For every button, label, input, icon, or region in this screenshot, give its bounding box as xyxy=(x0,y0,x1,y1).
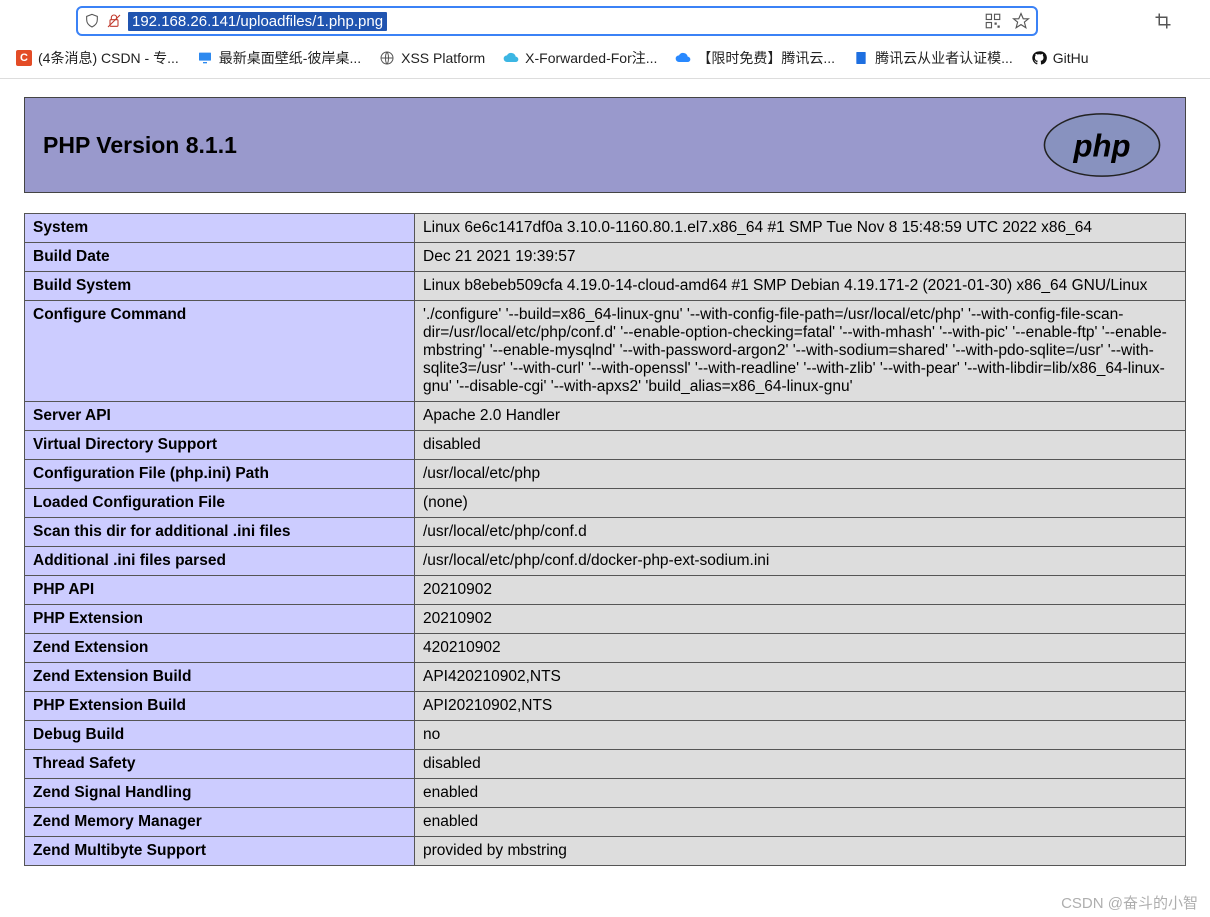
config-value: provided by mbstring xyxy=(415,837,1186,866)
table-row: Thread Safetydisabled xyxy=(25,750,1186,779)
bookmark-csdn[interactable]: C (4条消息) CSDN - 专... xyxy=(10,46,185,70)
config-value: enabled xyxy=(415,779,1186,808)
bookmark-xss[interactable]: XSS Platform xyxy=(373,48,491,68)
bookmark-label: 腾讯云从业者认证模... xyxy=(875,48,1013,68)
php-version-header: PHP Version 8.1.1 php xyxy=(24,97,1186,193)
cloud-icon xyxy=(503,50,519,66)
table-row: Zend Multibyte Supportprovided by mbstri… xyxy=(25,837,1186,866)
cloud-icon xyxy=(675,50,691,66)
config-key: Zend Signal Handling xyxy=(25,779,415,808)
config-key: Zend Extension Build xyxy=(25,663,415,692)
config-value: /usr/local/etc/php/conf.d xyxy=(415,518,1186,547)
bookmark-label: 【限时免费】腾讯云... xyxy=(697,48,835,68)
config-value: /usr/local/etc/php/conf.d/docker-php-ext… xyxy=(415,547,1186,576)
bookmark-label: XSS Platform xyxy=(401,50,485,66)
table-row: Build SystemLinux b8ebeb509cfa 4.19.0-14… xyxy=(25,272,1186,301)
bookmark-label: GitHu xyxy=(1053,50,1089,66)
config-value: Apache 2.0 Handler xyxy=(415,402,1186,431)
table-row: Zend Extension BuildAPI420210902,NTS xyxy=(25,663,1186,692)
table-row: Additional .ini files parsed/usr/local/e… xyxy=(25,547,1186,576)
config-key: Additional .ini files parsed xyxy=(25,547,415,576)
php-logo-icon: php xyxy=(1037,110,1167,180)
table-row: Configure Command'./configure' '--build=… xyxy=(25,301,1186,402)
table-row: Zend Signal Handlingenabled xyxy=(25,779,1186,808)
table-row: PHP API20210902 xyxy=(25,576,1186,605)
config-value: 20210902 xyxy=(415,605,1186,634)
bookmark-github[interactable]: GitHu xyxy=(1025,48,1095,68)
bookmark-tencent-cert[interactable]: 腾讯云从业者认证模... xyxy=(847,46,1019,70)
bookmark-star-icon[interactable] xyxy=(1012,12,1030,30)
bookmark-xff[interactable]: X-Forwarded-For注... xyxy=(497,46,663,70)
config-key: Virtual Directory Support xyxy=(25,431,415,460)
bookmark-wallpaper[interactable]: 最新桌面壁纸-彼岸桌... xyxy=(191,46,367,70)
config-key: Build System xyxy=(25,272,415,301)
config-key: Server API xyxy=(25,402,415,431)
url-field[interactable]: 192.168.26.141/uploadfiles/1.php.png xyxy=(76,6,1038,36)
watermark-text: CSDN @奋斗的小智 xyxy=(1061,892,1198,913)
config-value: Linux 6e6c1417df0a 3.10.0-1160.80.1.el7.… xyxy=(415,214,1186,243)
config-key: Debug Build xyxy=(25,721,415,750)
config-key: PHP Extension xyxy=(25,605,415,634)
config-value: no xyxy=(415,721,1186,750)
config-value: 420210902 xyxy=(415,634,1186,663)
bookmark-label: X-Forwarded-For注... xyxy=(525,48,657,68)
config-value: enabled xyxy=(415,808,1186,837)
phpinfo-table: SystemLinux 6e6c1417df0a 3.10.0-1160.80.… xyxy=(24,213,1186,866)
config-key: Build Date xyxy=(25,243,415,272)
url-text[interactable]: 192.168.26.141/uploadfiles/1.php.png xyxy=(128,12,387,31)
table-row: Build DateDec 21 2021 19:39:57 xyxy=(25,243,1186,272)
table-row: Server APIApache 2.0 Handler xyxy=(25,402,1186,431)
config-key: Loaded Configuration File xyxy=(25,489,415,518)
table-row: PHP Extension20210902 xyxy=(25,605,1186,634)
bookmark-tencent-free[interactable]: 【限时免费】腾讯云... xyxy=(669,46,841,70)
config-value: Linux b8ebeb509cfa 4.19.0-14-cloud-amd64… xyxy=(415,272,1186,301)
address-bar: 192.168.26.141/uploadfiles/1.php.png xyxy=(0,0,1210,40)
config-value: API420210902,NTS xyxy=(415,663,1186,692)
config-key: PHP Extension Build xyxy=(25,692,415,721)
monitor-icon xyxy=(197,50,213,66)
config-key: Configuration File (php.ini) Path xyxy=(25,460,415,489)
table-row: Virtual Directory Supportdisabled xyxy=(25,431,1186,460)
crop-icon[interactable] xyxy=(1154,12,1172,30)
qr-icon[interactable] xyxy=(984,12,1002,30)
table-row: PHP Extension BuildAPI20210902,NTS xyxy=(25,692,1186,721)
table-row: Loaded Configuration File(none) xyxy=(25,489,1186,518)
config-key: Configure Command xyxy=(25,301,415,402)
config-value: Dec 21 2021 19:39:57 xyxy=(415,243,1186,272)
doc-icon xyxy=(853,50,869,66)
globe-icon xyxy=(379,50,395,66)
table-row: Configuration File (php.ini) Path/usr/lo… xyxy=(25,460,1186,489)
svg-text:php: php xyxy=(1072,129,1130,164)
config-value: disabled xyxy=(415,431,1186,460)
table-row: Scan this dir for additional .ini files/… xyxy=(25,518,1186,547)
bookmark-label: (4条消息) CSDN - 专... xyxy=(38,48,179,68)
config-key: Zend Multibyte Support xyxy=(25,837,415,866)
config-value: (none) xyxy=(415,489,1186,518)
config-key: PHP API xyxy=(25,576,415,605)
table-row: Debug Buildno xyxy=(25,721,1186,750)
phpinfo-page: PHP Version 8.1.1 php SystemLinux 6e6c14… xyxy=(0,79,1210,866)
github-icon xyxy=(1031,50,1047,66)
config-key: Zend Extension xyxy=(25,634,415,663)
bookmarks-bar: C (4条消息) CSDN - 专... 最新桌面壁纸-彼岸桌... XSS P… xyxy=(0,40,1210,79)
insecure-lock-icon[interactable] xyxy=(106,13,122,29)
table-row: Zend Extension420210902 xyxy=(25,634,1186,663)
table-row: SystemLinux 6e6c1417df0a 3.10.0-1160.80.… xyxy=(25,214,1186,243)
config-value: /usr/local/etc/php xyxy=(415,460,1186,489)
config-key: Thread Safety xyxy=(25,750,415,779)
tracking-shield-icon[interactable] xyxy=(84,13,100,29)
table-row: Zend Memory Managerenabled xyxy=(25,808,1186,837)
csdn-icon: C xyxy=(16,50,32,66)
config-value: './configure' '--build=x86_64-linux-gnu'… xyxy=(415,301,1186,402)
config-key: System xyxy=(25,214,415,243)
config-value: disabled xyxy=(415,750,1186,779)
php-version-title: PHP Version 8.1.1 xyxy=(43,132,237,159)
bookmark-label: 最新桌面壁纸-彼岸桌... xyxy=(219,48,361,68)
config-key: Zend Memory Manager xyxy=(25,808,415,837)
config-key: Scan this dir for additional .ini files xyxy=(25,518,415,547)
config-value: 20210902 xyxy=(415,576,1186,605)
config-value: API20210902,NTS xyxy=(415,692,1186,721)
